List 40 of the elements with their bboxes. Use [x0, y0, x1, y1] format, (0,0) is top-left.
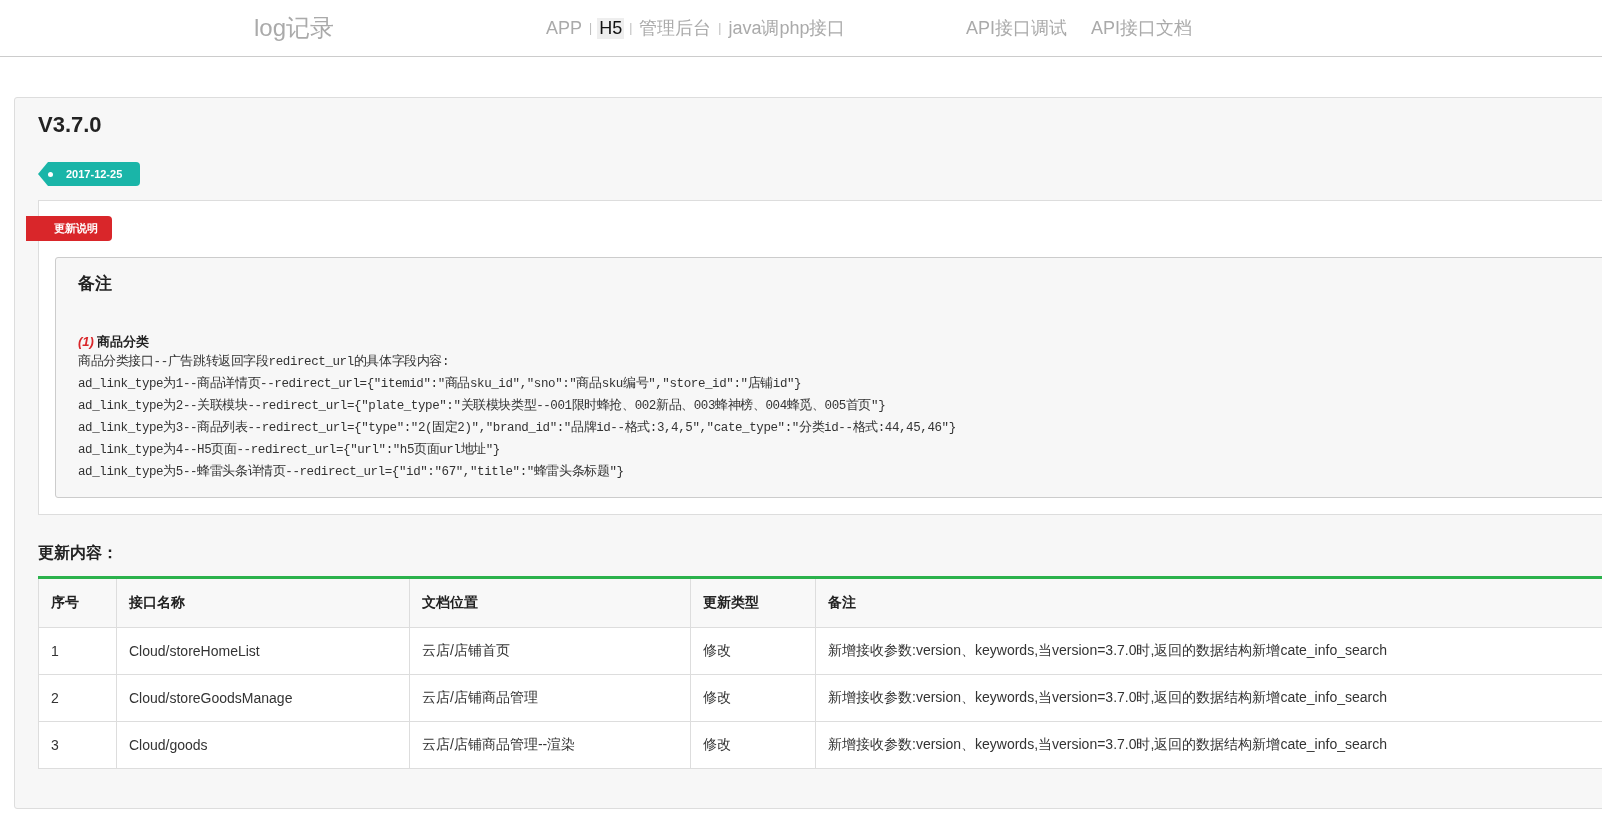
code-line: ad_link_type为5--蜂雷头条详情页--redirect_url={"id":"67","title":"蜂雷头条标题"} — [78, 463, 625, 481]
nav-link[interactable]: 管理后台 — [637, 16, 714, 40]
table-cell: Cloud/storeGoodsManage — [116, 674, 410, 722]
table-cell: 1 — [38, 627, 117, 675]
table-cell: 修改 — [690, 627, 816, 675]
ribbon-label: 更新说明 — [26, 216, 112, 241]
date-tag: 2017-12-25 — [38, 162, 141, 186]
table-cell: 云店/店铺商品管理 — [409, 674, 691, 722]
column-header: 更新类型 — [690, 577, 816, 628]
version-title: V3.7.0 — [38, 112, 103, 138]
table-cell: 3 — [38, 721, 117, 769]
brand-link[interactable]: log记录 — [254, 12, 544, 44]
item-number: (1) — [78, 334, 94, 349]
table-cell: 云店/店铺商品管理--渲染 — [409, 721, 691, 769]
note-title: 备注 — [78, 273, 113, 295]
code-line: ad_link_type为1--商品详情页--redirect_url={"itemid":"商品sku_id","sno":"商品sku编号","store_id":"店铺id"} — [78, 375, 803, 393]
table-cell: 2 — [38, 674, 117, 722]
table-cell: 云店/店铺首页 — [409, 627, 691, 675]
column-header: 备注 — [815, 577, 1602, 628]
nav-link[interactable]: API接口文档 — [1089, 16, 1195, 40]
column-header: 序号 — [38, 577, 117, 628]
nav-separator: | — [718, 21, 722, 35]
table-cell: 修改 — [690, 721, 816, 769]
nav-link[interactable]: java调php接口 — [726, 16, 848, 40]
nav-separator: | — [589, 21, 593, 35]
table-cell: Cloud/goods — [116, 721, 410, 769]
nav-separator: | — [629, 21, 633, 35]
table-cell: 修改 — [690, 674, 816, 722]
section-title: 更新内容： — [38, 543, 119, 563]
nav-link[interactable]: APP — [544, 17, 585, 39]
column-header: 接口名称 — [116, 577, 410, 628]
table-cell: Cloud/storeHomeList — [116, 627, 410, 675]
nav-link[interactable]: API接口调试 — [964, 16, 1069, 40]
code-line: 商品分类接口--广告跳转返回字段redirect_url的具体字段内容: — [78, 353, 451, 371]
item-heading: 商品分类 — [96, 334, 149, 349]
nav-link[interactable]: H5 — [597, 17, 625, 39]
code-line: ad_link_type为2--关联模块--redirect_url={"plate_type":"关联模块类型--001限时蜂抢、002新品、003蜂神榜、004蜂觅、005首页"} — [78, 397, 887, 415]
code-line: ad_link_type为3--商品列表--redirect_url={"type":"2(固定2)","brand_id":"品牌id--格式:3,4,5","cate_type":"分类id--格式:44,45,46"} — [78, 419, 957, 437]
code-line: ad_link_type为4--H5页面--redirect_url={"url":"h5页面url地址"} — [78, 441, 501, 459]
column-header: 文档位置 — [409, 577, 691, 628]
